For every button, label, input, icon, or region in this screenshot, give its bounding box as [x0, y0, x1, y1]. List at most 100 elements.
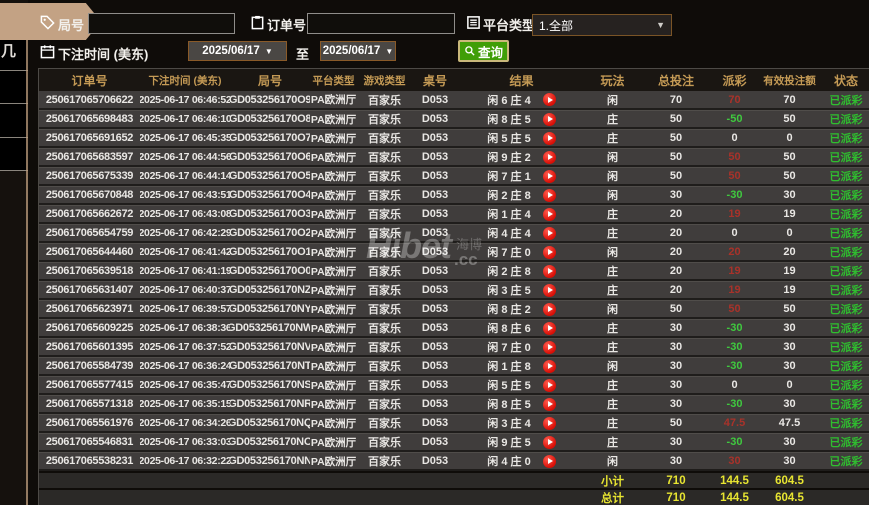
col-header-platform: 平台类型: [312, 74, 355, 87]
cell-payout: 19: [728, 284, 741, 296]
cell-total-bet: 50: [669, 170, 683, 182]
replay-video-icon[interactable]: [542, 245, 556, 259]
col-header-total-bet: 总投注: [657, 73, 694, 88]
platform-type-label: 平台类型: [483, 18, 536, 33]
replay-video-icon[interactable]: [542, 169, 556, 183]
cell-bet-time: 2025-06-17 06:38:36: [140, 322, 230, 334]
replay-video-icon[interactable]: [542, 302, 556, 316]
replay-video-icon[interactable]: [542, 397, 556, 411]
cell-status: 已派彩: [829, 190, 863, 202]
result-score: 闲 4 庄 0: [487, 456, 531, 468]
cell-total-bet: 50: [669, 303, 683, 315]
cell-valid-bet: 70: [783, 93, 796, 106]
date-to-select[interactable]: 2025/06/17 ▼: [320, 41, 396, 61]
cell-total-bet: 50: [669, 132, 683, 144]
cell-game-type: 百家乐: [368, 361, 401, 373]
replay-video-icon[interactable]: [542, 321, 556, 335]
col-header-order-no: 订单号: [71, 73, 108, 88]
replay-video-icon[interactable]: [542, 93, 556, 106]
col-header-play: 玩法: [600, 73, 625, 88]
cell-payout: -30: [726, 360, 743, 372]
replay-video-icon[interactable]: [542, 188, 556, 202]
cell-bet-time: 2025-06-17 06:36:24: [140, 360, 230, 372]
search-button[interactable]: 查询: [458, 40, 509, 62]
replay-video-icon[interactable]: [542, 150, 556, 164]
cell-valid-bet: 30: [783, 322, 796, 334]
cell-order-no: 250617065670848: [45, 189, 134, 201]
replay-video-icon[interactable]: [542, 226, 556, 240]
cell-platform: PA欧洲厅: [310, 379, 357, 392]
cell-order-no: 250617065654759: [45, 227, 134, 239]
cell-status: 已派彩: [829, 94, 863, 107]
cell-result: 闲 8 庄 6: [458, 320, 585, 336]
platform-type-select[interactable]: 1.全部 ▼: [532, 14, 672, 36]
cell-table-no: D053: [421, 113, 449, 125]
cell-result: 闲 8 庄 2: [458, 301, 585, 317]
table-row: 250617065631407 2025-06-17 06:40:37 GD05…: [39, 281, 869, 300]
cell-game-type: 百家乐: [368, 266, 401, 278]
table-row: 250617065683597 2025-06-17 06:44:56 GD05…: [39, 148, 869, 167]
cell-platform: PA欧洲厅: [310, 322, 357, 335]
subtotal-total-bet: 710: [666, 474, 686, 487]
table-row: 250617065571318 2025-06-17 06:35:15 GD05…: [39, 395, 869, 414]
replay-video-icon[interactable]: [542, 435, 556, 449]
date-from-select[interactable]: 2025/06/17 ▼: [188, 41, 287, 61]
cell-play: 闲: [607, 171, 618, 183]
cell-game-no: GD053256170NZ: [230, 284, 310, 296]
replay-video-icon[interactable]: [542, 112, 556, 126]
cell-platform: PA欧洲厅: [310, 151, 357, 164]
cell-valid-bet: 50: [783, 151, 796, 163]
cell-play: 庄: [607, 209, 618, 221]
cell-bet-time: 2025-06-17 06:40:37: [140, 284, 230, 296]
cell-game-no: GD053256170O1: [230, 246, 310, 258]
cell-payout: 47.5: [723, 417, 746, 429]
cell-bet-time: 2025-06-17 06:43:08: [140, 208, 230, 220]
cell-platform: PA欧洲厅: [310, 360, 357, 373]
replay-video-icon[interactable]: [542, 359, 556, 373]
cell-game-type: 百家乐: [368, 247, 401, 259]
cell-total-bet: 20: [669, 284, 683, 296]
cell-table-no: D053: [421, 265, 449, 277]
cell-bet-time: 2025-06-17 06:32:22: [140, 455, 230, 467]
cell-bet-time: 2025-06-17 06:45:35: [140, 132, 230, 144]
table-row: 250617065561976 2025-06-17 06:34:26 GD05…: [39, 414, 869, 433]
cell-table-no: D053: [421, 322, 449, 334]
replay-video-icon[interactable]: [542, 340, 556, 354]
cell-total-bet: 30: [669, 398, 683, 410]
cell-valid-bet: 30: [783, 189, 796, 201]
cell-game-no: GD053256170NT: [230, 360, 310, 372]
result-score: 闲 7 庄 1: [487, 171, 531, 183]
date-from-value: 2025/06/17: [202, 45, 260, 57]
replay-video-icon[interactable]: [542, 264, 556, 278]
result-score: 闲 1 庄 4: [487, 209, 531, 221]
game-no-input[interactable]: [88, 13, 235, 34]
cell-result: 闲 4 庄 0: [458, 453, 585, 469]
cell-game-no: GD053256170NR: [230, 398, 310, 410]
cell-game-type: 百家乐: [368, 114, 401, 126]
cell-play: 闲: [607, 247, 618, 259]
bet-time-label: 下注时间 (美东): [58, 47, 149, 62]
order-no-input[interactable]: [307, 13, 455, 34]
order-no-label: 订单号: [267, 18, 307, 33]
result-score: 闲 7 庄 0: [487, 342, 531, 354]
replay-video-icon[interactable]: [542, 283, 556, 297]
cell-game-type: 百家乐: [368, 209, 401, 221]
table-row: 250617065538231 2025-06-17 06:32:22 GD05…: [39, 452, 869, 471]
cell-bet-time: 2025-06-17 06:43:51: [140, 189, 230, 201]
replay-video-icon[interactable]: [542, 131, 556, 145]
replay-video-icon[interactable]: [542, 416, 556, 430]
replay-video-icon[interactable]: [542, 454, 556, 468]
replay-video-icon[interactable]: [542, 378, 556, 392]
table-row: 250617065670848 2025-06-17 06:43:51 GD05…: [39, 186, 869, 205]
replay-video-icon[interactable]: [542, 207, 556, 221]
cell-order-no: 250617065662672: [45, 208, 134, 220]
total-payout: 144.5: [720, 491, 749, 504]
cell-bet-time: 2025-06-17 06:44:56: [140, 151, 230, 163]
cell-game-no: GD053256170O3: [230, 208, 310, 220]
cell-payout: -30: [726, 322, 743, 334]
cell-status: 已派彩: [829, 437, 863, 449]
sidebar-item-partial[interactable]: 几: [1, 40, 16, 61]
table-row: 250617065662672 2025-06-17 06:43:08 GD05…: [39, 205, 869, 224]
cell-valid-bet: 47.5: [778, 417, 801, 429]
cell-total-bet: 30: [669, 360, 683, 372]
